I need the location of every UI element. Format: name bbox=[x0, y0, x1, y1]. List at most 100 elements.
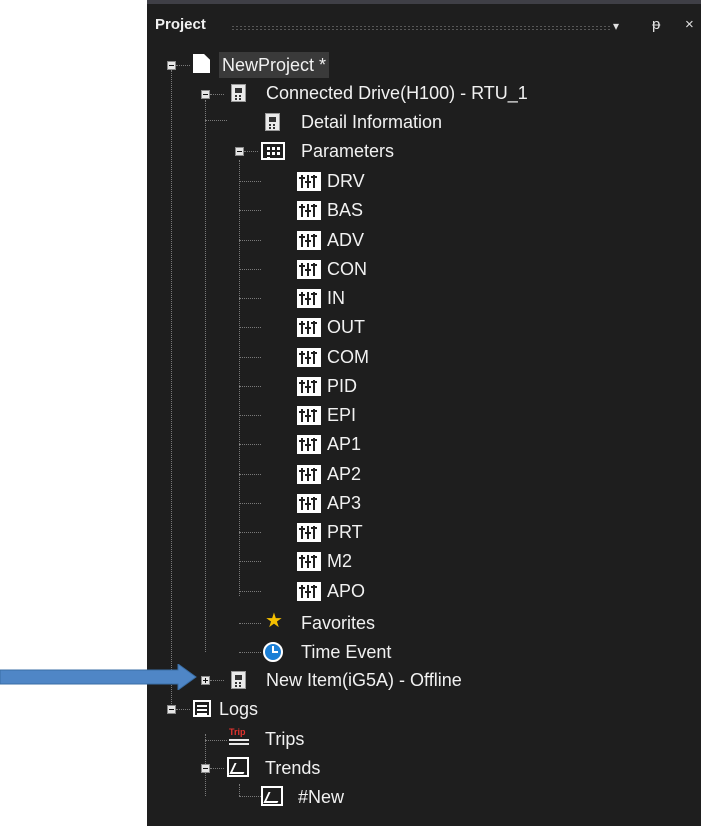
tree-node-favorites[interactable]: ★ Favorites bbox=[263, 610, 463, 636]
parameter-group-icon bbox=[297, 260, 321, 279]
root-label: NewProject * bbox=[219, 52, 330, 78]
tree-node-param-group[interactable]: AP1 bbox=[297, 431, 447, 457]
tree-branch bbox=[239, 269, 261, 270]
expand-new-item-toggle[interactable] bbox=[201, 676, 210, 685]
tree-branch bbox=[239, 240, 261, 241]
trend-chart-icon bbox=[261, 786, 283, 806]
tree-line-root bbox=[171, 70, 172, 710]
tree-node-trends[interactable]: Trends bbox=[227, 755, 377, 781]
tree-branch bbox=[244, 151, 258, 152]
tree-node-new-trend[interactable]: #New bbox=[261, 784, 411, 810]
tree-node-param-group[interactable]: EPI bbox=[297, 402, 447, 428]
tree-line-trends bbox=[239, 784, 240, 796]
collapse-parameters-toggle[interactable] bbox=[235, 147, 244, 156]
document-icon bbox=[193, 54, 210, 73]
tree-node-param-group[interactable]: PRT bbox=[297, 519, 447, 545]
trip-lines bbox=[229, 739, 249, 741]
trend-chart-icon bbox=[227, 757, 249, 777]
param-group-label: AP2 bbox=[327, 464, 362, 484]
parameter-grid-icon bbox=[261, 142, 285, 160]
favorites-label: Favorites bbox=[301, 613, 376, 633]
tree-branch bbox=[210, 768, 224, 769]
collapse-trends-toggle[interactable] bbox=[201, 764, 210, 773]
tree-node-param-group[interactable]: IN bbox=[297, 285, 447, 311]
parameter-group-icon bbox=[297, 552, 321, 571]
tree-node-param-group[interactable]: BAS bbox=[297, 197, 447, 223]
param-group-label: AP3 bbox=[327, 493, 362, 513]
tree-branch bbox=[239, 415, 261, 416]
detail-label: Detail Information bbox=[301, 112, 443, 132]
tree-branch bbox=[210, 94, 224, 95]
tree-branch bbox=[239, 591, 261, 592]
trends-label: Trends bbox=[265, 758, 321, 778]
tree-node-param-group[interactable]: ADV bbox=[297, 227, 447, 253]
trip-icon: Trip bbox=[229, 728, 251, 748]
param-group-label: PRT bbox=[327, 522, 363, 542]
tree-node-time-event[interactable]: Time Event bbox=[263, 639, 463, 665]
tree-node-param-group[interactable]: AP2 bbox=[297, 461, 447, 487]
tree-node-param-group[interactable]: AP3 bbox=[297, 490, 447, 516]
tree-branch bbox=[239, 181, 261, 182]
project-tree: NewProject * Connected Drive(H100) - RTU… bbox=[147, 4, 701, 830]
tree-node-logs[interactable]: Logs bbox=[193, 696, 343, 722]
list-icon bbox=[193, 700, 211, 717]
collapse-logs-toggle[interactable] bbox=[167, 705, 176, 714]
trip-badge: Trip bbox=[229, 727, 246, 737]
tree-node-param-group[interactable]: APO bbox=[297, 578, 447, 604]
tree-branch bbox=[239, 796, 261, 797]
param-group-label: EPI bbox=[327, 405, 357, 425]
collapse-root-toggle[interactable] bbox=[167, 61, 176, 70]
tree-branch bbox=[239, 652, 261, 653]
tree-branch bbox=[239, 357, 261, 358]
tree-branch bbox=[205, 120, 227, 121]
tree-node-drive[interactable]: Connected Drive(H100) - RTU_1 bbox=[229, 80, 609, 106]
param-group-label: DRV bbox=[327, 171, 365, 191]
tree-branch bbox=[239, 210, 261, 211]
tree-node-param-group[interactable]: COM bbox=[297, 344, 447, 370]
parameter-group-icon bbox=[297, 523, 321, 542]
tree-node-param-group[interactable]: M2 bbox=[297, 548, 447, 574]
param-group-label: COM bbox=[327, 347, 369, 367]
parameter-group-icon bbox=[297, 582, 321, 601]
logs-label: Logs bbox=[219, 699, 259, 719]
collapse-drive-toggle[interactable] bbox=[201, 90, 210, 99]
tree-node-new-item[interactable]: New Item(iG5A) - Offline bbox=[229, 667, 549, 693]
detail-icon bbox=[265, 113, 280, 131]
clock-icon bbox=[263, 642, 283, 662]
tree-branch bbox=[239, 623, 261, 624]
parameter-group-icon bbox=[297, 494, 321, 513]
tree-node-trips[interactable]: Trip Trips bbox=[227, 726, 377, 752]
param-group-label: M2 bbox=[327, 551, 353, 571]
param-group-label: CON bbox=[327, 259, 367, 279]
tree-node-parameters[interactable]: Parameters bbox=[261, 138, 461, 164]
tree-branch bbox=[239, 532, 261, 533]
drive-icon bbox=[231, 84, 246, 102]
tree-node-param-group[interactable]: DRV bbox=[297, 168, 447, 194]
parameter-group-icon bbox=[297, 435, 321, 454]
drive-icon bbox=[231, 671, 246, 689]
tree-node-detail-information[interactable]: Detail Information bbox=[263, 109, 523, 135]
param-group-label: AP1 bbox=[327, 434, 362, 454]
time-event-label: Time Event bbox=[301, 642, 392, 662]
tree-node-param-group[interactable]: CON bbox=[297, 256, 447, 282]
tree-node-param-group[interactable]: PID bbox=[297, 373, 447, 399]
parameter-group-icon bbox=[297, 231, 321, 250]
param-group-label: BAS bbox=[327, 200, 364, 220]
tree-node-root[interactable]: NewProject * bbox=[191, 52, 451, 78]
parameter-group-icon bbox=[297, 172, 321, 191]
tree-branch bbox=[239, 386, 261, 387]
trips-label: Trips bbox=[265, 729, 305, 749]
tree-branch bbox=[239, 561, 261, 562]
tree-node-param-group[interactable]: OUT bbox=[297, 314, 447, 340]
parameter-group-icon bbox=[297, 348, 321, 367]
parameter-group-icon bbox=[297, 318, 321, 337]
tree-branch bbox=[239, 444, 261, 445]
tree-branch bbox=[176, 65, 190, 66]
tree-branch bbox=[210, 680, 224, 681]
tree-branch bbox=[239, 503, 261, 504]
parameter-group-icon bbox=[297, 406, 321, 425]
star-icon: ★ bbox=[265, 610, 283, 632]
tree-line-drive bbox=[205, 100, 206, 652]
parameters-label: Parameters bbox=[301, 141, 395, 161]
new-trend-label: #New bbox=[298, 787, 345, 807]
